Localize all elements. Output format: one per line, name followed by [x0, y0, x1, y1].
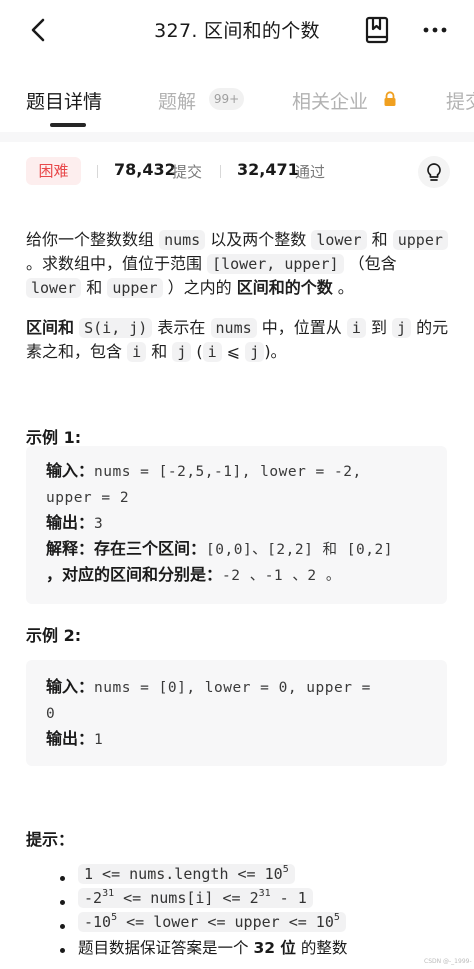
constraint-1: 1 <= nums.length <= 105	[78, 864, 295, 884]
active-tab-indicator	[50, 123, 86, 127]
range-sum-definition: 区间和 S(i, j) 表示在 nums 中，位置从 i 到 j 的元素之和，包…	[26, 318, 449, 362]
constraint-2: -231 <= nums[i] <= 231 - 1	[78, 888, 313, 908]
example-2-box: 输入：nums = [0], lower = 0, upper = 0 输出：1	[26, 660, 447, 766]
tab-submissions[interactable]: 提交	[446, 87, 474, 114]
notebook-icon[interactable]	[364, 16, 390, 44]
bullet	[60, 876, 65, 881]
submissions-label: 提交	[172, 163, 203, 181]
tab-description[interactable]: 题目详情	[26, 87, 102, 114]
example-2-input-cont: 0	[46, 706, 56, 722]
constraint-4: 题目数据保证答案是一个 32 位 的整数	[78, 939, 348, 957]
example-1-explanation-cont: ，对应的区间和分别是：-2 、-1 、2 。	[46, 565, 341, 584]
accepted-count: 32,471	[237, 160, 299, 179]
tab-solutions[interactable]: 题解	[158, 87, 196, 114]
solutions-count-badge: 99+	[209, 88, 244, 110]
example-1-explanation: 解释：存在三个区间：[0,0]、[2,2] 和 [0,2]	[46, 539, 393, 558]
page-title: 327. 区间和的个数	[154, 20, 320, 42]
lock-icon	[384, 91, 396, 106]
example-2-input: 输入：nums = [0], lower = 0, upper =	[46, 677, 371, 696]
top-bar: 327. 区间和的个数	[0, 0, 474, 62]
stat-separator	[220, 165, 221, 178]
lightbulb-icon	[427, 163, 441, 181]
example-1-input: 输入：nums = [-2,5,-1], lower = -2,	[46, 461, 362, 480]
example-1-output: 输出：3	[46, 513, 104, 532]
section-divider	[0, 132, 474, 142]
watermark: CSDN @-_1999-	[424, 958, 472, 965]
example-1-title: 示例 1:	[26, 428, 82, 447]
tab-companies[interactable]: 相关企业	[292, 87, 368, 114]
example-1-input-cont: upper = 2	[46, 490, 130, 506]
hint-button[interactable]	[418, 156, 450, 188]
constraints-title: 提示：	[26, 830, 75, 849]
example-1-box: 输入：nums = [-2,5,-1], lower = -2, upper =…	[26, 446, 447, 604]
more-icon[interactable]	[420, 16, 450, 44]
example-2-output: 输出：1	[46, 729, 104, 748]
bullet	[60, 924, 65, 929]
submissions-count: 78,432	[114, 160, 176, 179]
problem-description: 给你一个整数数组 nums 以及两个整数 lower 和 upper 。求数组中…	[26, 228, 451, 300]
stat-separator	[97, 165, 98, 178]
bullet	[60, 900, 65, 905]
constraint-3: -105 <= lower <= upper <= 105	[78, 912, 346, 932]
bullet	[60, 948, 65, 953]
accepted-label: 通过	[295, 163, 326, 181]
example-2-title: 示例 2:	[26, 626, 82, 645]
difficulty-badge: 困难	[26, 157, 81, 185]
